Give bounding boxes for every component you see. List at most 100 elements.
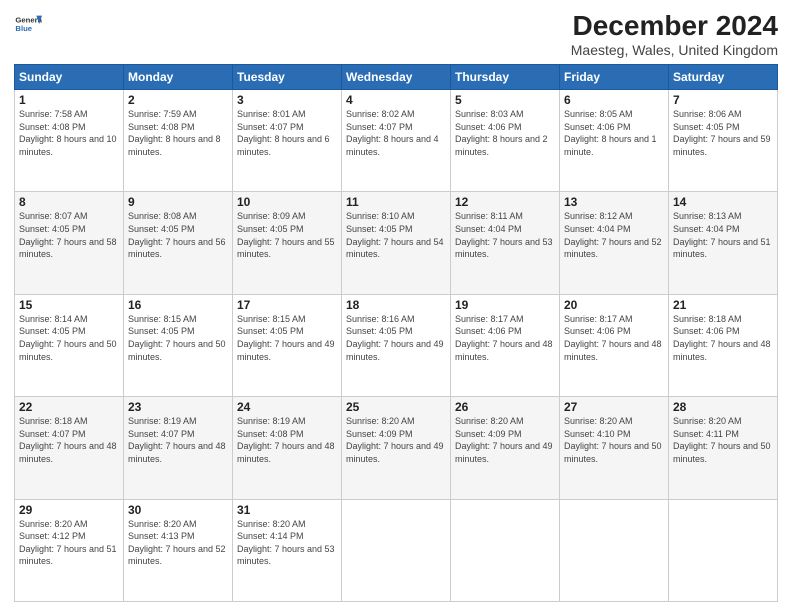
table-row: 4Sunrise: 8:02 AMSunset: 4:07 PMDaylight…: [342, 90, 451, 192]
day-info: Sunrise: 8:17 AMSunset: 4:06 PMDaylight:…: [564, 314, 662, 362]
day-info: Sunrise: 8:15 AMSunset: 4:05 PMDaylight:…: [237, 314, 335, 362]
day-info: Sunrise: 8:01 AMSunset: 4:07 PMDaylight:…: [237, 109, 330, 157]
table-row: 13 Sunrise: 8:12 AMSunset: 4:04 PMDayligh…: [560, 192, 669, 294]
table-row: 25 Sunrise: 8:20 AMSunset: 4:09 PMDayligh…: [342, 397, 451, 499]
subtitle: Maesteg, Wales, United Kingdom: [571, 42, 778, 58]
day-number: 3: [237, 93, 337, 107]
table-row: 22 Sunrise: 8:18 AMSunset: 4:07 PMDayligh…: [15, 397, 124, 499]
day-info: Sunrise: 8:12 AMSunset: 4:04 PMDaylight:…: [564, 211, 662, 259]
day-number: 22: [19, 400, 119, 414]
day-number: 18: [346, 298, 446, 312]
day-number: 8: [19, 195, 119, 209]
table-row: 11 Sunrise: 8:10 AMSunset: 4:05 PMDayligh…: [342, 192, 451, 294]
day-info: Sunrise: 8:20 AMSunset: 4:10 PMDaylight:…: [564, 416, 662, 464]
calendar-header-row: Sunday Monday Tuesday Wednesday Thursday…: [15, 65, 778, 90]
table-row: 3 Sunrise: 8:01 AMSunset: 4:07 PMDaylight…: [233, 90, 342, 192]
calendar-week-4: 22 Sunrise: 8:18 AMSunset: 4:07 PMDayligh…: [15, 397, 778, 499]
calendar-week-2: 8 Sunrise: 8:07 AMSunset: 4:05 PMDaylight…: [15, 192, 778, 294]
day-number: 5: [455, 93, 555, 107]
col-monday: Monday: [124, 65, 233, 90]
table-row: 28 Sunrise: 8:20 AMSunset: 4:11 PMDayligh…: [669, 397, 778, 499]
day-number: 30: [128, 503, 228, 517]
day-number: 9: [128, 195, 228, 209]
day-info: Sunrise: 8:17 AMSunset: 4:06 PMDaylight:…: [455, 314, 553, 362]
table-row: 6 Sunrise: 8:05 AMSunset: 4:06 PMDaylight…: [560, 90, 669, 192]
calendar-week-5: 29Sunrise: 8:20 AMSunset: 4:12 PMDayligh…: [15, 499, 778, 601]
day-number: 11: [346, 195, 446, 209]
table-row: 18 Sunrise: 8:16 AMSunset: 4:05 PMDayligh…: [342, 294, 451, 396]
page: General Blue December 2024 Maesteg, Wale…: [0, 0, 792, 612]
day-info: Sunrise: 8:07 AMSunset: 4:05 PMDaylight:…: [19, 211, 117, 259]
day-info: Sunrise: 8:10 AMSunset: 4:05 PMDaylight:…: [346, 211, 444, 259]
day-number: 28: [673, 400, 773, 414]
svg-text:Blue: Blue: [15, 24, 32, 33]
day-number: 25: [346, 400, 446, 414]
table-row: 14 Sunrise: 8:13 AMSunset: 4:04 PMDayligh…: [669, 192, 778, 294]
day-info: Sunrise: 8:13 AMSunset: 4:04 PMDaylight:…: [673, 211, 771, 259]
day-info: Sunrise: 8:18 AMSunset: 4:07 PMDaylight:…: [19, 416, 117, 464]
day-number: 2: [128, 93, 228, 107]
day-info: Sunrise: 8:19 AMSunset: 4:07 PMDaylight:…: [128, 416, 226, 464]
table-row: [342, 499, 451, 601]
day-info: Sunrise: 8:20 AMSunset: 4:09 PMDaylight:…: [346, 416, 444, 464]
table-row: 27 Sunrise: 8:20 AMSunset: 4:10 PMDayligh…: [560, 397, 669, 499]
day-info: Sunrise: 8:20 AMSunset: 4:11 PMDaylight:…: [673, 416, 771, 464]
table-row: 23Sunrise: 8:19 AMSunset: 4:07 PMDayligh…: [124, 397, 233, 499]
day-number: 14: [673, 195, 773, 209]
col-sunday: Sunday: [15, 65, 124, 90]
table-row: 30 Sunrise: 8:20 AMSunset: 4:13 PMDayligh…: [124, 499, 233, 601]
calendar-week-3: 15 Sunrise: 8:14 AMSunset: 4:05 PMDayligh…: [15, 294, 778, 396]
title-area: December 2024 Maesteg, Wales, United Kin…: [571, 10, 778, 58]
day-number: 20: [564, 298, 664, 312]
table-row: 7Sunrise: 8:06 AMSunset: 4:05 PMDaylight…: [669, 90, 778, 192]
day-number: 27: [564, 400, 664, 414]
day-number: 26: [455, 400, 555, 414]
day-info: Sunrise: 8:20 AMSunset: 4:09 PMDaylight:…: [455, 416, 553, 464]
day-info: Sunrise: 8:06 AMSunset: 4:05 PMDaylight:…: [673, 109, 771, 157]
day-number: 12: [455, 195, 555, 209]
day-info: Sunrise: 8:14 AMSunset: 4:05 PMDaylight:…: [19, 314, 117, 362]
col-thursday: Thursday: [451, 65, 560, 90]
table-row: 19 Sunrise: 8:17 AMSunset: 4:06 PMDayligh…: [451, 294, 560, 396]
table-row: [669, 499, 778, 601]
table-row: 8 Sunrise: 8:07 AMSunset: 4:05 PMDaylight…: [15, 192, 124, 294]
table-row: 20 Sunrise: 8:17 AMSunset: 4:06 PMDayligh…: [560, 294, 669, 396]
day-number: 6: [564, 93, 664, 107]
day-info: Sunrise: 8:16 AMSunset: 4:05 PMDaylight:…: [346, 314, 444, 362]
table-row: 12Sunrise: 8:11 AMSunset: 4:04 PMDayligh…: [451, 192, 560, 294]
header: General Blue December 2024 Maesteg, Wale…: [14, 10, 778, 58]
day-info: Sunrise: 8:15 AMSunset: 4:05 PMDaylight:…: [128, 314, 226, 362]
col-friday: Friday: [560, 65, 669, 90]
day-number: 19: [455, 298, 555, 312]
day-info: Sunrise: 8:05 AMSunset: 4:06 PMDaylight:…: [564, 109, 657, 157]
table-row: 1 Sunrise: 7:58 AMSunset: 4:08 PMDaylight…: [15, 90, 124, 192]
table-row: 31Sunrise: 8:20 AMSunset: 4:14 PMDayligh…: [233, 499, 342, 601]
table-row: 2Sunrise: 7:59 AMSunset: 4:08 PMDaylight…: [124, 90, 233, 192]
table-row: 24Sunrise: 8:19 AMSunset: 4:08 PMDayligh…: [233, 397, 342, 499]
logo: General Blue: [14, 10, 42, 38]
day-number: 1: [19, 93, 119, 107]
table-row: 17 Sunrise: 8:15 AMSunset: 4:05 PMDayligh…: [233, 294, 342, 396]
day-number: 16: [128, 298, 228, 312]
day-info: Sunrise: 8:20 AMSunset: 4:13 PMDaylight:…: [128, 519, 226, 567]
day-number: 17: [237, 298, 337, 312]
table-row: [451, 499, 560, 601]
day-number: 15: [19, 298, 119, 312]
table-row: 15 Sunrise: 8:14 AMSunset: 4:05 PMDayligh…: [15, 294, 124, 396]
day-info: Sunrise: 8:02 AMSunset: 4:07 PMDaylight:…: [346, 109, 439, 157]
day-info: Sunrise: 8:03 AMSunset: 4:06 PMDaylight:…: [455, 109, 548, 157]
day-number: 13: [564, 195, 664, 209]
table-row: 9 Sunrise: 8:08 AMSunset: 4:05 PMDaylight…: [124, 192, 233, 294]
day-info: Sunrise: 7:58 AMSunset: 4:08 PMDaylight:…: [19, 109, 117, 157]
day-number: 31: [237, 503, 337, 517]
col-wednesday: Wednesday: [342, 65, 451, 90]
col-tuesday: Tuesday: [233, 65, 342, 90]
day-number: 24: [237, 400, 337, 414]
logo-icon: General Blue: [14, 10, 42, 38]
table-row: 10Sunrise: 8:09 AMSunset: 4:05 PMDayligh…: [233, 192, 342, 294]
table-row: 29Sunrise: 8:20 AMSunset: 4:12 PMDayligh…: [15, 499, 124, 601]
table-row: [560, 499, 669, 601]
day-info: Sunrise: 8:08 AMSunset: 4:05 PMDaylight:…: [128, 211, 226, 259]
calendar-table: Sunday Monday Tuesday Wednesday Thursday…: [14, 64, 778, 602]
table-row: 5 Sunrise: 8:03 AMSunset: 4:06 PMDaylight…: [451, 90, 560, 192]
